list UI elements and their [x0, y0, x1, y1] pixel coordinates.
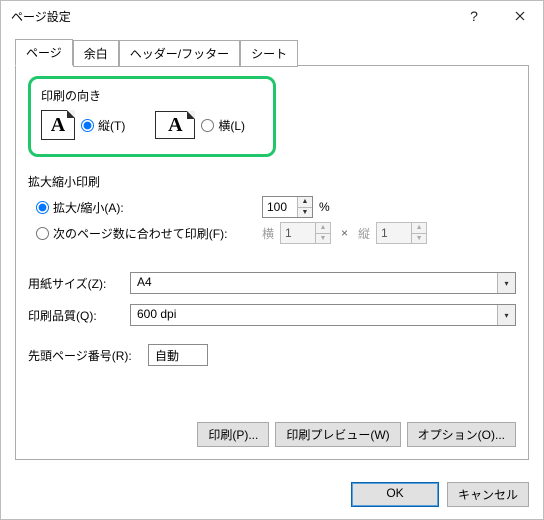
print-quality-value: 600 dpi: [131, 305, 497, 325]
cancel-button[interactable]: キャンセル: [447, 482, 529, 507]
dialog-body: ページ 余白 ヘッダー/フッター シート 印刷の向き A 縦(T): [1, 31, 543, 472]
tabstrip: ページ 余白 ヘッダー/フッター シート: [15, 39, 529, 66]
landscape-radio-input[interactable]: [201, 119, 214, 132]
portrait-radio[interactable]: 縦(T): [81, 117, 125, 134]
window-title: ページ設定: [1, 8, 451, 25]
chevron-down-icon: ▾: [504, 279, 508, 288]
landscape-icon: A: [155, 111, 195, 139]
scaling-label: 拡大縮小印刷: [28, 173, 516, 190]
adjust-spin-down[interactable]: ▼: [298, 207, 312, 218]
chevron-down-icon: ▾: [504, 311, 508, 320]
adjust-radio-label: 拡大/縮小(A):: [53, 199, 124, 216]
tab-page[interactable]: ページ: [15, 39, 73, 66]
print-preview-button[interactable]: 印刷プレビュー(W): [275, 422, 400, 447]
print-button[interactable]: 印刷(P)...: [197, 422, 269, 447]
scaling-fit-row: 次のページ数に合わせて印刷(F): 横 ▲ ▼ × 縦: [36, 222, 516, 244]
print-quality-row: 印刷品質(Q): 600 dpi ▾: [28, 304, 516, 326]
paper-size-dropdown[interactable]: ▾: [497, 273, 515, 293]
fit-wide-down: ▼: [316, 233, 330, 244]
portrait-radio-label: 縦(T): [98, 117, 125, 134]
close-icon: [515, 11, 525, 21]
orientation-row: A 縦(T) A 横(L): [41, 110, 263, 140]
titlebar: ページ設定 ?: [1, 1, 543, 31]
page-setup-dialog: ページ設定 ? ページ 余白 ヘッダー/フッター シート 印刷の向き A: [0, 0, 544, 520]
tab-header-footer[interactable]: ヘッダー/フッター: [119, 40, 240, 67]
scaling-adjust-row: 拡大/縮小(A): ▲ ▼ %: [36, 196, 516, 218]
close-button[interactable]: [497, 1, 543, 31]
tab-sheet[interactable]: シート: [240, 40, 298, 67]
fit-radio-label: 次のページ数に合わせて印刷(F):: [53, 225, 227, 242]
adjust-spinner[interactable]: ▲ ▼: [262, 196, 313, 218]
portrait-radio-input[interactable]: [81, 119, 94, 132]
fit-tall-up: ▲: [412, 223, 426, 233]
paper-size-value: A4: [131, 273, 497, 293]
options-button[interactable]: オプション(O)...: [407, 422, 516, 447]
panel-buttons: 印刷(P)... 印刷プレビュー(W) オプション(O)...: [28, 422, 516, 447]
fit-tall-label: 縦: [358, 225, 370, 242]
paper-size-combo[interactable]: A4 ▾: [130, 272, 516, 294]
scaling-group: 拡大縮小印刷 拡大/縮小(A): ▲ ▼ %: [28, 173, 516, 248]
adjust-radio-input[interactable]: [36, 201, 49, 214]
landscape-radio-label: 横(L): [218, 117, 245, 134]
adjust-suffix: %: [319, 200, 330, 214]
first-page-row: 先頭ページ番号(R):: [28, 344, 516, 366]
fit-wide-input: [281, 223, 315, 243]
fit-wide-label: 横: [262, 225, 274, 242]
help-button[interactable]: ?: [451, 1, 497, 31]
fit-tall-spinner: ▲ ▼: [376, 222, 427, 244]
paper-size-label: 用紙サイズ(Z):: [28, 275, 130, 292]
orientation-group: 印刷の向き A 縦(T) A: [28, 76, 276, 157]
portrait-icon: A: [41, 110, 75, 140]
tab-margins[interactable]: 余白: [73, 40, 119, 67]
adjust-radio[interactable]: 拡大/縮小(A):: [36, 199, 256, 216]
paper-size-row: 用紙サイズ(Z): A4 ▾: [28, 272, 516, 294]
landscape-radio[interactable]: 横(L): [201, 117, 245, 134]
ok-button[interactable]: OK: [351, 482, 439, 507]
adjust-spin-up[interactable]: ▲: [298, 197, 312, 207]
adjust-value-input[interactable]: [263, 197, 297, 217]
first-page-label: 先頭ページ番号(R):: [28, 347, 148, 364]
print-quality-dropdown[interactable]: ▾: [497, 305, 515, 325]
first-page-input[interactable]: [148, 344, 208, 366]
fit-wide-spinner: ▲ ▼: [280, 222, 331, 244]
dialog-footer: OK キャンセル: [1, 472, 543, 519]
print-quality-label: 印刷品質(Q):: [28, 307, 130, 324]
fit-times: ×: [341, 226, 348, 240]
fit-tall-input: [377, 223, 411, 243]
fit-radio-input[interactable]: [36, 227, 49, 240]
fit-wide-up: ▲: [316, 223, 330, 233]
fit-tall-down: ▼: [412, 233, 426, 244]
print-quality-combo[interactable]: 600 dpi ▾: [130, 304, 516, 326]
fit-radio[interactable]: 次のページ数に合わせて印刷(F):: [36, 225, 256, 242]
orientation-label: 印刷の向き: [41, 87, 263, 104]
tab-panel-page: 印刷の向き A 縦(T) A: [15, 65, 529, 460]
